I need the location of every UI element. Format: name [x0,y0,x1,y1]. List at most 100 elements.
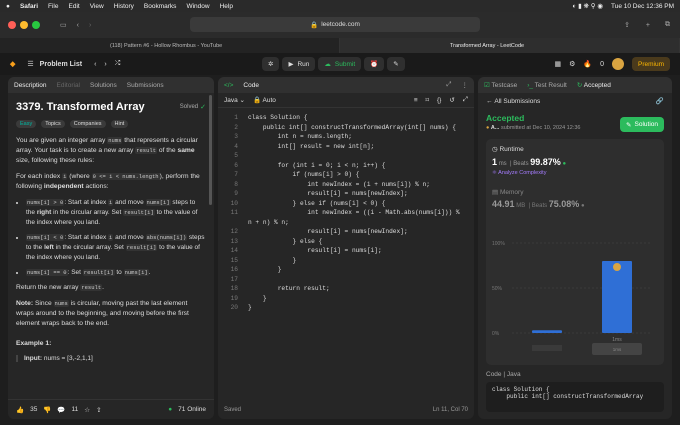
format-icon[interactable]: ≡ [414,97,418,104]
code-lang-label: Java [506,371,521,378]
forward-icon[interactable]: › [89,22,91,29]
debug-button[interactable]: ✲ [262,57,280,71]
topics-chip[interactable]: Topics [41,120,65,128]
code-line: } else if (nums[i] < 0) { [248,199,386,207]
apple-icon[interactable]: ● [6,3,10,10]
tab-solutions[interactable]: Solutions [90,82,117,89]
tab-youtube[interactable]: (118) Pattern #6 - Hollow Rhombus - YouT… [0,38,340,53]
line-number: 11 [230,209,238,216]
line-number: 19 [230,294,238,302]
code-line: int n = nums.length; [248,133,352,140]
tab-leetcode[interactable]: Transformed Array - LeetCode [340,38,680,53]
app-menu[interactable]: Safari [20,3,38,10]
shuffle-icon[interactable]: ⤮ [115,60,121,68]
solved-label: Solved [179,104,199,110]
hint-chip[interactable]: Hint [110,120,129,128]
browser-tabs: (118) Pattern #6 - Hollow Rhombus - YouT… [0,38,680,53]
description-scrollbar[interactable] [209,95,212,205]
menu-edit[interactable]: Edit [69,3,80,10]
code-editor[interactable]: 1 class Solution {2 public int[] construc… [218,108,474,398]
menu-file[interactable]: File [48,3,58,10]
code-line: return result; [248,285,330,292]
line-number: 13 [230,237,238,245]
memory-label: Memory [499,189,524,196]
y-tick-label: 0% [492,331,500,337]
settings-icon[interactable]: ⚙ [569,60,575,68]
back-icon[interactable]: ‹ [77,22,79,29]
avatar[interactable] [611,58,624,70]
address-bar[interactable]: 🔒 leetcode.com [190,17,480,32]
run-button[interactable]: ▶ Run [282,57,316,71]
analyze-complexity-link[interactable]: ⚛ Analyze Complexity [492,170,658,176]
tab-overview-icon[interactable]: ⧉ [665,21,670,29]
list-icon[interactable]: ☰ [27,60,33,68]
status-icons[interactable]: ◐ ▮ ❋ ⚲ ◉ [572,2,603,10]
runtime-badge-icon: ● [562,161,567,167]
layout-icon[interactable]: ▦ [554,60,561,68]
line-number: 18 [230,285,238,292]
solution-button[interactable]: ✎ Solution [620,117,664,132]
braces-icon[interactable]: {} [437,97,441,104]
check-icon: ✓ [200,104,206,111]
timer-button[interactable]: ⏰ [364,57,385,71]
premium-button[interactable]: Premium [631,57,670,71]
next-problem-icon[interactable]: › [104,61,106,68]
tab-description[interactable]: Description [14,82,47,89]
menu-history[interactable]: History [114,3,134,10]
star-icon[interactable]: ☆ [84,406,90,414]
line-number: 10 [230,199,238,207]
companies-chip[interactable]: Companies [69,120,106,128]
runtime-row: 1 ms | Beats 99.87% ● [492,157,567,167]
snippet-line-2: public int[] constructTransformedArray [492,393,644,400]
tab-accepted-label: Accepted [583,82,611,89]
user-avatar-marker [613,263,621,271]
line-number: 20 [230,304,238,311]
prev-problem-icon[interactable]: ‹ [94,61,96,68]
fire-icon[interactable]: 🔥 [583,60,592,68]
reset-icon[interactable]: ↺ [449,96,454,104]
dislike-icon[interactable]: 👎 [43,406,51,414]
user-name[interactable]: A... [491,125,500,131]
clock[interactable]: Tue 10 Dec 12:36 PM [611,3,674,10]
comment-icon[interactable]: 💬 [57,406,65,414]
paragraph-return: Return the new array result. [16,284,104,291]
tab-editorial[interactable]: Editorial [57,82,80,89]
menu-view[interactable]: View [90,3,104,10]
language-select[interactable]: Java ⌄ [224,96,245,104]
bar [532,330,562,333]
sidebar-icon[interactable]: ▭ [60,21,67,29]
lock-small-icon: 🔒 [253,97,262,104]
code-label: Code [486,371,502,378]
fullscreen-icon[interactable]: ⤢ [463,96,468,104]
more-icon[interactable]: ⋮ [462,81,469,89]
share-link-icon[interactable]: ⇪ [96,406,101,414]
x-tick-label: 1ms [612,337,622,343]
menu-help[interactable]: Help [220,3,233,10]
menu-bookmarks[interactable]: Bookmarks [144,3,177,10]
like-icon[interactable]: 👍 [16,406,24,414]
tab-test-result[interactable]: ›_ Test Result [527,82,567,89]
minimap-label: 1ms [613,347,622,352]
auto-toggle[interactable]: 🔒 Auto [253,96,276,104]
menu-window[interactable]: Window [186,3,209,10]
close-window-button[interactable] [8,21,16,29]
rule-negative: nums[i] < 0: Start at index i and move a… [26,233,206,263]
bookmark-icon[interactable]: ⌑ [426,96,429,104]
share-icon[interactable]: ⇪ [624,21,630,29]
link-icon[interactable]: 🔗 [656,97,664,105]
minimize-window-button[interactable] [20,21,28,29]
example-input-label: Input: [24,355,43,362]
expand-icon[interactable]: ⤢ [446,81,451,89]
code-line: int[] result = new int[n]; [248,142,375,150]
tab-submissions[interactable]: Submissions [127,82,164,89]
all-submissions-row[interactable]: ← All Submissions 🔗 [478,93,672,109]
tab-testcase[interactable]: ☑ Testcase [484,81,517,89]
submit-button[interactable]: ☁ Submit [318,57,362,71]
tab-accepted[interactable]: ↻ Accepted [577,81,611,89]
leetcode-logo-icon[interactable]: ◆ [10,60,15,68]
difficulty-badge[interactable]: Easy [16,120,37,128]
zoom-window-button[interactable] [32,21,40,29]
problem-list-link[interactable]: Problem List [40,61,82,68]
new-tab-icon[interactable]: + [646,22,650,29]
notes-button[interactable]: ✎ [387,57,405,71]
